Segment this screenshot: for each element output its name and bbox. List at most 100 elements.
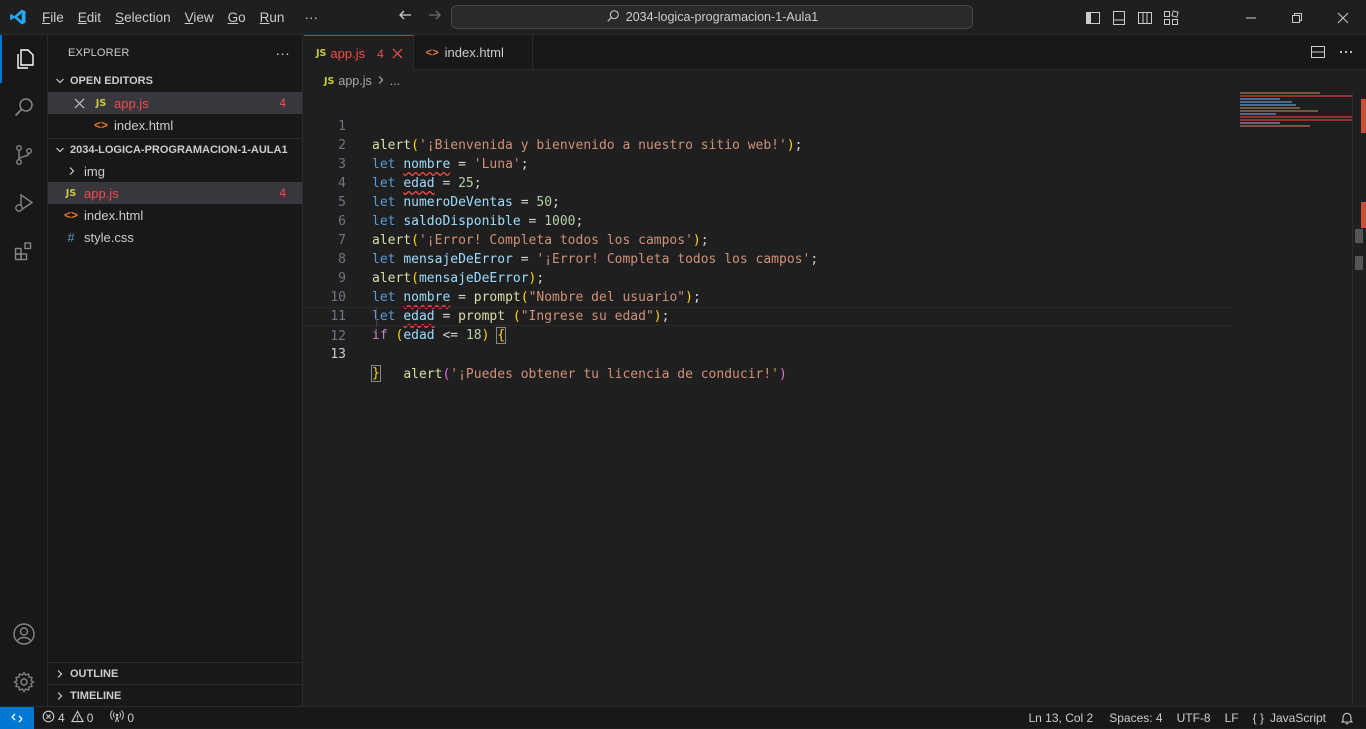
back-arrow-icon[interactable] <box>395 7 415 28</box>
settings-gear-icon[interactable] <box>0 658 48 706</box>
menu-file[interactable]: File <box>35 0 71 35</box>
warning-icon <box>71 710 84 726</box>
file-item-appjs[interactable]: JS app.js 4 <box>48 182 302 204</box>
chevron-right-icon <box>64 166 80 176</box>
ports-indicator[interactable]: 0 <box>100 707 141 729</box>
vscode-logo-icon <box>0 0 35 35</box>
problems-indicator[interactable]: 4 0 <box>34 707 100 729</box>
open-editor-item-appjs[interactable]: JS app.js 4 <box>48 92 302 114</box>
breadcrumb-file[interactable]: app.js <box>338 74 371 88</box>
html-file-icon: <> <box>92 118 110 132</box>
open-editor-item-indexhtml[interactable]: <> index.html <box>48 114 302 136</box>
notifications-bell-icon[interactable] <box>1333 707 1366 729</box>
search-icon <box>606 9 620 26</box>
warning-count: 0 <box>87 711 94 725</box>
breadcrumb-symbol[interactable]: ... <box>390 74 400 88</box>
explorer-icon[interactable] <box>0 35 48 83</box>
menu-run[interactable]: Run <box>253 0 292 35</box>
minimize-icon[interactable] <box>1228 0 1274 35</box>
error-icon <box>42 710 55 726</box>
chevron-right-icon <box>376 74 386 88</box>
editor-group: JS app.js 4 <> index.html JS app.js ... … <box>304 35 1366 706</box>
timeline-section[interactable]: TIMELINE <box>48 684 303 706</box>
project-folder-title: 2034-LOGICA-PROGRAMACION-1-AULA1 <box>70 144 288 156</box>
sidebar-bottom-sections: OUTLINE TIMELINE <box>48 662 303 706</box>
language-label: JavaScript <box>1270 711 1326 725</box>
menu-more[interactable]: ··· <box>297 0 325 35</box>
close-window-icon[interactable] <box>1320 0 1366 35</box>
explorer-header: EXPLORER ··· <box>48 35 302 70</box>
editor-more-actions-icon[interactable] <box>1338 44 1354 63</box>
explorer-title: EXPLORER <box>68 47 130 59</box>
file-label: app.js <box>84 186 119 201</box>
vertical-scrollbar[interactable] <box>1352 92 1366 706</box>
toggle-secondary-sidebar-icon[interactable] <box>1132 0 1158 35</box>
line-number: 13 <box>304 345 346 364</box>
toggle-primary-sidebar-icon[interactable] <box>1080 0 1106 35</box>
command-center-search[interactable]: 2034-logica-programacion-1-Aula1 <box>451 5 973 29</box>
title-right-controls <box>1080 0 1366 35</box>
menu-go[interactable]: Go <box>221 0 253 35</box>
search-text: 2034-logica-programacion-1-Aula1 <box>626 10 818 24</box>
outline-title: OUTLINE <box>70 668 118 680</box>
outline-section[interactable]: OUTLINE <box>48 662 303 684</box>
scrollbar-thumb[interactable] <box>1355 256 1363 270</box>
broadcast-icon <box>110 709 124 726</box>
toggle-panel-icon[interactable] <box>1106 0 1132 35</box>
braces-icon: { } <box>1253 711 1264 725</box>
split-editor-icon[interactable] <box>1310 44 1326 63</box>
customize-layout-icon[interactable] <box>1158 0 1184 35</box>
chevron-right-icon <box>52 691 68 701</box>
indentation[interactable]: Spaces: 4 <box>1102 707 1169 729</box>
tab-appjs[interactable]: JS app.js 4 <box>304 35 414 71</box>
source-control-icon[interactable] <box>0 131 48 179</box>
file-encoding[interactable]: UTF-8 <box>1170 707 1218 729</box>
run-debug-icon[interactable] <box>0 179 48 227</box>
language-mode[interactable]: { } JavaScript <box>1246 707 1333 729</box>
code-line: 3 let edad = 25; <box>304 136 1366 155</box>
error-marker <box>1361 99 1366 133</box>
activity-bar <box>0 35 48 706</box>
tab-label: app.js <box>330 46 365 61</box>
accounts-icon[interactable] <box>0 610 48 658</box>
open-editors-section[interactable]: OPEN EDITORS <box>48 70 302 92</box>
error-count-badge: 4 <box>279 186 286 200</box>
menu-selection[interactable]: Selection <box>108 0 178 35</box>
extensions-icon[interactable] <box>0 227 48 275</box>
code-line: 7 let mensajeDeError = '¡Error! Completa… <box>304 212 1366 231</box>
chevron-down-icon <box>52 76 68 86</box>
html-file-icon: <> <box>426 47 439 59</box>
folder-item-img[interactable]: img <box>48 160 302 182</box>
close-tab-icon[interactable] <box>392 48 403 59</box>
forward-arrow-icon[interactable] <box>425 7 445 28</box>
project-folder-section[interactable]: 2034-LOGICA-PROGRAMACION-1-AULA1 <box>48 138 302 160</box>
tab-indexhtml[interactable]: <> index.html <box>414 35 533 70</box>
status-bar: 4 0 0 Ln 13, Col 2 Spaces: 4 UTF-8 LF { … <box>0 706 1366 728</box>
code-line: 1 alert('¡Bienvenida y bienvenido a nues… <box>304 98 1366 117</box>
menu-edit[interactable]: Edit <box>71 0 108 35</box>
search-view-icon[interactable] <box>0 83 48 131</box>
code-line: 4 let numeroDeVentas = 50; <box>304 155 1366 174</box>
end-of-line[interactable]: LF <box>1218 707 1246 729</box>
code-editor[interactable]: 1 alert('¡Bienvenida y bienvenido a nues… <box>304 92 1366 706</box>
code-line: 12 alert('¡Puedes obtener tu licencia de… <box>304 307 1232 326</box>
explorer-more-button[interactable]: ··· <box>275 45 290 61</box>
explorer-sidebar: EXPLORER ··· OPEN EDITORS JS app.js 4 <>… <box>48 35 303 706</box>
minimap[interactable] <box>1240 92 1352 132</box>
file-item-indexhtml[interactable]: <> index.html <box>48 204 302 226</box>
close-editor-icon[interactable] <box>74 98 88 109</box>
menu-view[interactable]: View <box>178 0 221 35</box>
remote-indicator-icon[interactable] <box>0 707 34 729</box>
html-file-icon: <> <box>62 208 80 222</box>
cursor-position[interactable]: Ln 13, Col 2 <box>1022 707 1101 729</box>
code-line: 13 } <box>304 326 1366 345</box>
breadcrumb: JS app.js ... <box>304 70 1366 92</box>
file-item-stylecss[interactable]: # style.css <box>48 226 302 248</box>
chevron-right-icon <box>52 669 68 679</box>
open-editor-label: index.html <box>114 118 173 133</box>
chevron-down-icon <box>52 145 68 155</box>
restore-icon[interactable] <box>1274 0 1320 35</box>
nav-arrows <box>395 0 445 35</box>
error-count-badge: 4 <box>279 96 286 110</box>
scrollbar-thumb[interactable] <box>1355 229 1363 243</box>
